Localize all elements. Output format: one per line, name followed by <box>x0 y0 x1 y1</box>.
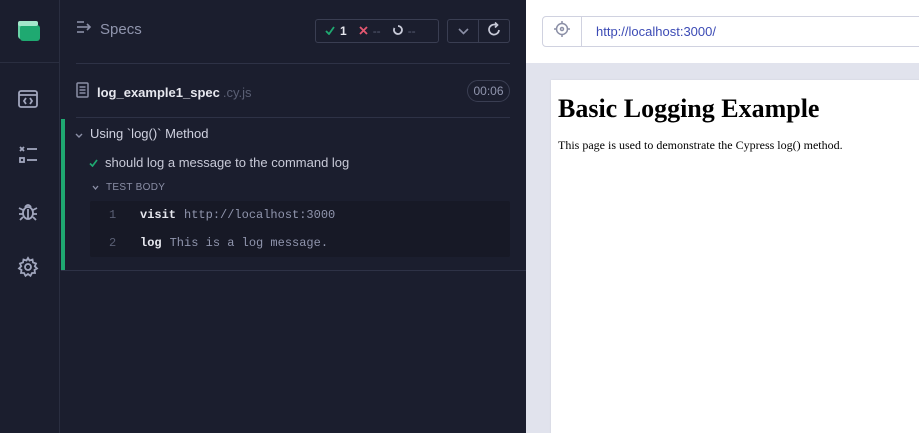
nav-runs-icon[interactable] <box>15 142 41 168</box>
suite-title-row[interactable]: Using `log()` Method <box>75 126 209 141</box>
nav-debug-bug-icon[interactable] <box>15 198 41 224</box>
suite-title: Using `log()` Method <box>90 126 209 141</box>
nav-specs-icon[interactable] <box>15 86 41 112</box>
failed-stat: -- <box>359 24 381 38</box>
specs-label: Specs <box>100 20 142 38</box>
rail-divider <box>0 62 60 63</box>
nav-rail <box>0 0 60 433</box>
crosshair-icon <box>554 21 570 42</box>
cypress-logo-icon[interactable] <box>18 21 40 41</box>
document-icon <box>76 81 89 103</box>
nav-settings-gear-icon[interactable] <box>15 254 41 280</box>
chevron-down-icon <box>92 182 99 193</box>
suite-divider <box>61 270 526 271</box>
browser-area: http://localhost:3000/ Basic Logging Exa… <box>526 0 919 433</box>
spec-duration-badge: 00:06 <box>467 80 510 102</box>
reporter-header: Specs 1 -- -- <box>61 0 526 63</box>
passed-stat: 1 <box>325 24 347 38</box>
page-heading: Basic Logging Example <box>558 94 820 123</box>
expand-collapse-button[interactable] <box>447 19 479 43</box>
failed-count: -- <box>372 24 381 38</box>
spec-file-extension: .cy.js <box>222 84 252 100</box>
command-name: visit <box>140 208 177 222</box>
refresh-icon <box>487 21 501 41</box>
specs-toggle-button[interactable]: Specs <box>76 20 142 38</box>
chevron-down-icon <box>457 22 469 40</box>
check-icon <box>325 24 335 38</box>
suite-pass-indicator <box>61 119 65 270</box>
test-body-label: TEST BODY <box>106 182 166 193</box>
selector-playground-button[interactable] <box>542 16 582 47</box>
pending-stat: -- <box>392 24 416 38</box>
spec-divider <box>76 117 510 118</box>
command-row[interactable]: 2 log This is a log message. <box>90 229 510 257</box>
pending-circle-icon <box>392 24 403 38</box>
command-number: 1 <box>109 208 117 222</box>
pending-count: -- <box>407 24 416 38</box>
specs-list-icon <box>76 20 92 38</box>
test-title-row[interactable]: should log a message to the command log <box>89 155 349 170</box>
spec-file-row: log_example1_spec .cy.js <box>76 80 510 104</box>
suite-block: Using `log()` Method should log a messag… <box>61 119 526 270</box>
command-name: log <box>140 236 162 250</box>
command-message: This is a log message. <box>169 236 329 250</box>
chevron-down-icon <box>75 126 83 141</box>
header-divider <box>76 63 510 64</box>
spec-file-name: log_example1_spec <box>97 84 220 100</box>
page-paragraph: This page is used to demonstrate the Cyp… <box>558 138 843 152</box>
x-icon <box>359 24 368 38</box>
command-message: http://localhost:3000 <box>184 208 336 222</box>
check-icon <box>89 155 98 170</box>
url-field[interactable]: http://localhost:3000/ <box>582 16 919 47</box>
passed-count: 1 <box>340 24 347 38</box>
reporter-panel: Specs 1 -- -- log_example1_spec .cy.js 0… <box>61 0 526 433</box>
test-stats: 1 -- -- <box>315 19 439 43</box>
test-title: should log a message to the command log <box>105 155 350 170</box>
test-body-toggle[interactable]: TEST BODY <box>92 182 165 193</box>
command-number: 2 <box>109 236 117 250</box>
app-under-test-frame: Basic Logging Example This page is used … <box>551 80 919 433</box>
command-log: 1 visit http://localhost:3000 2 log This… <box>90 201 510 257</box>
url-bar: http://localhost:3000/ <box>526 0 919 63</box>
command-row[interactable]: 1 visit http://localhost:3000 <box>90 201 510 229</box>
rerun-tests-button[interactable] <box>478 19 510 43</box>
